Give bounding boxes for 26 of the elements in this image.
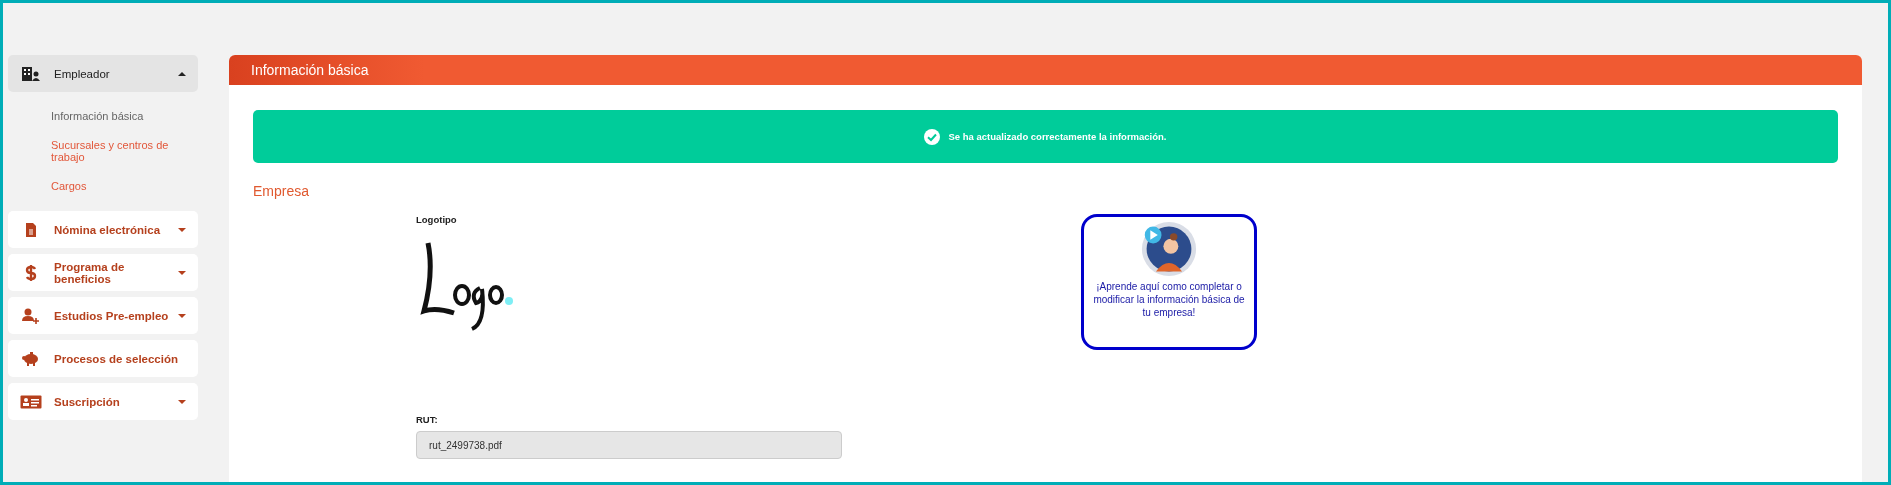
check-icon [924,128,941,145]
submenu-link[interactable]: Sucursales y centros de trabajo [51,139,176,163]
caret-icon [178,227,186,232]
sidebar-item[interactable]: Nómina electrónica [8,211,198,248]
help-text: ¡Aprende aquí como completar o modificar la información básica de tu empresa! [1092,280,1246,319]
caret-icon [178,71,186,76]
panel-header: Información básica [229,55,1862,85]
sidebar-item[interactable]: Empleador [8,55,198,92]
submenu-link[interactable]: Cargos [51,180,176,192]
section-heading: Empresa [253,183,311,199]
submenu-link[interactable]: Información básica [51,110,176,122]
building-person-icon [20,65,42,82]
person-add-icon [20,307,42,324]
sidebar-item[interactable]: Programa de beneficios [8,254,198,291]
field-label: Logotipo [416,214,458,225]
caret-icon [178,270,186,275]
file-field[interactable]: rut_2499738.pdf [416,431,842,459]
field-label: RUT: [416,414,439,425]
sidebar-item[interactable]: Suscripción [8,383,198,420]
caret-icon [178,399,186,404]
alert-message: Se ha actualizado correctamente la información. [948,131,1167,142]
sidebar-item[interactable]: Procesos de selección [8,340,198,377]
id-card-icon [20,394,42,409]
video-card[interactable]: ¡Aprende aquí como completar o modificar la información básica de tu empresa! [1081,214,1257,350]
caret-icon [178,313,186,318]
sidebar-item[interactable]: Estudios Pre-empleo [8,297,198,334]
